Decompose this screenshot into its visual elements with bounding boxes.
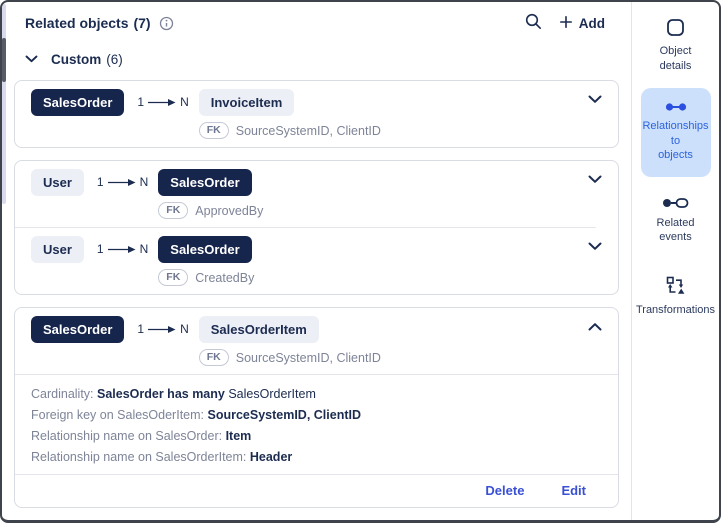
edit-button[interactable]: Edit xyxy=(561,483,586,498)
sidebar-item-label: Transformations xyxy=(636,303,715,318)
fk-columns: ApprovedBy xyxy=(195,204,263,218)
chevron-down-icon[interactable] xyxy=(588,175,602,184)
sidebar-item-label: events xyxy=(659,230,691,245)
cardinality-arrow: 1 N xyxy=(137,95,188,109)
fk-badge: FK xyxy=(158,269,188,286)
section-label: Custom xyxy=(51,52,101,67)
search-button[interactable] xyxy=(525,13,542,33)
sidebar-item-label: Related xyxy=(657,216,695,231)
relationship-card-expanded: SalesOrder 1 N SalesOrderItem FK SourceS… xyxy=(14,307,619,508)
cardinality-arrow: 1 N xyxy=(137,322,188,336)
object-pill-salesorderitem: SalesOrderItem xyxy=(199,316,319,343)
chevron-down-icon[interactable] xyxy=(588,95,602,104)
relationships-to-objects-icon xyxy=(665,102,687,112)
chevron-down-icon[interactable] xyxy=(588,242,602,251)
object-pill-salesorder: SalesOrder xyxy=(158,236,251,263)
page-title: Related objects xyxy=(25,15,128,31)
relationship-card: User 1 N SalesOrder FK ApprovedBy xyxy=(14,160,619,295)
search-icon xyxy=(525,13,542,33)
object-pill-user: User xyxy=(31,236,84,263)
section-custom[interactable]: Custom (6) xyxy=(25,50,631,68)
relationship-details: Cardinality: SalesOrder has many SalesOr… xyxy=(15,375,618,474)
sidebar-item-label: Object xyxy=(660,44,692,59)
sidebar-item-label: details xyxy=(660,59,692,74)
main-content: Related objects (7) xyxy=(2,2,631,520)
detail-relationship-name-salesorder: Relationship name on SalesOrder: Item xyxy=(31,428,602,444)
related-objects-count: (7) xyxy=(133,15,150,31)
foreign-key-row: FK ApprovedBy xyxy=(158,202,263,219)
cardinality-arrow: 1 N xyxy=(97,175,148,189)
fk-badge: FK xyxy=(199,349,229,366)
sidebar-item-label: objects xyxy=(658,148,693,163)
sidebar-item-relationships-to-objects[interactable]: Relationships to objects xyxy=(641,88,711,177)
fk-columns: SourceSystemID, ClientID xyxy=(236,351,381,365)
card-footer: Delete Edit xyxy=(15,475,618,507)
arrow-right-icon xyxy=(148,98,176,107)
info-icon[interactable] xyxy=(159,16,174,31)
right-icon-rail: Object details Relationships to objects xyxy=(631,2,719,520)
object-pill-user: User xyxy=(31,169,84,196)
sidebar-item-related-events[interactable]: Related events xyxy=(657,197,695,245)
object-pill-salesorder: SalesOrder xyxy=(158,169,251,196)
detail-cardinality: Cardinality: SalesOrder has many SalesOr… xyxy=(31,386,602,402)
relationship-row[interactable]: SalesOrder 1 N InvoiceItem FK SourceSyst… xyxy=(15,81,618,147)
object-details-icon xyxy=(666,18,685,37)
transformations-icon xyxy=(666,276,686,296)
sidebar-item-label: Relationships to xyxy=(642,119,708,148)
foreign-key-row: FK SourceSystemID, ClientID xyxy=(199,122,381,139)
fk-badge: FK xyxy=(199,122,229,139)
sidebar-item-object-details[interactable]: Object details xyxy=(660,18,692,73)
detail-foreign-key: Foreign key on SalesOderItem: SourceSyst… xyxy=(31,407,602,423)
section-count: (6) xyxy=(106,52,123,67)
chevron-up-icon[interactable] xyxy=(588,322,602,331)
relationship-row[interactable]: SalesOrder 1 N SalesOrderItem FK SourceS… xyxy=(15,308,618,374)
relationship-row[interactable]: User 1 N SalesOrder FK ApprovedBy xyxy=(15,161,618,227)
sidebar-item-transformations[interactable]: Transformations xyxy=(636,276,715,318)
chevron-down-icon[interactable] xyxy=(25,50,38,68)
fk-badge: FK xyxy=(158,202,188,219)
arrow-right-icon xyxy=(108,178,136,187)
object-pill-salesorder: SalesOrder xyxy=(31,89,124,116)
relationship-row[interactable]: User 1 N SalesOrder FK CreatedBy xyxy=(15,228,618,294)
detail-relationship-name-salesorderitem: Relationship name on SalesOrderItem: Hea… xyxy=(31,449,602,465)
left-scrollbar-thumb[interactable] xyxy=(2,38,6,82)
panel-header: Related objects (7) xyxy=(14,12,631,34)
cardinality-arrow: 1 N xyxy=(97,242,148,256)
foreign-key-row: FK SourceSystemID, ClientID xyxy=(199,349,381,366)
related-events-icon xyxy=(662,197,689,209)
fk-columns: SourceSystemID, ClientID xyxy=(236,124,381,138)
arrow-right-icon xyxy=(108,245,136,254)
left-scrollbar-track[interactable] xyxy=(2,4,6,204)
relationship-card: SalesOrder 1 N InvoiceItem FK SourceSyst… xyxy=(14,80,619,148)
related-objects-panel: Related objects (7) xyxy=(0,0,721,523)
plus-icon xyxy=(560,16,572,31)
object-pill-invoiceitem: InvoiceItem xyxy=(199,89,295,116)
delete-button[interactable]: Delete xyxy=(485,483,524,498)
add-button[interactable]: Add xyxy=(560,16,605,31)
arrow-right-icon xyxy=(148,325,176,334)
object-pill-salesorder: SalesOrder xyxy=(31,316,124,343)
add-button-label: Add xyxy=(579,16,605,31)
fk-columns: CreatedBy xyxy=(195,271,254,285)
foreign-key-row: FK CreatedBy xyxy=(158,269,254,286)
